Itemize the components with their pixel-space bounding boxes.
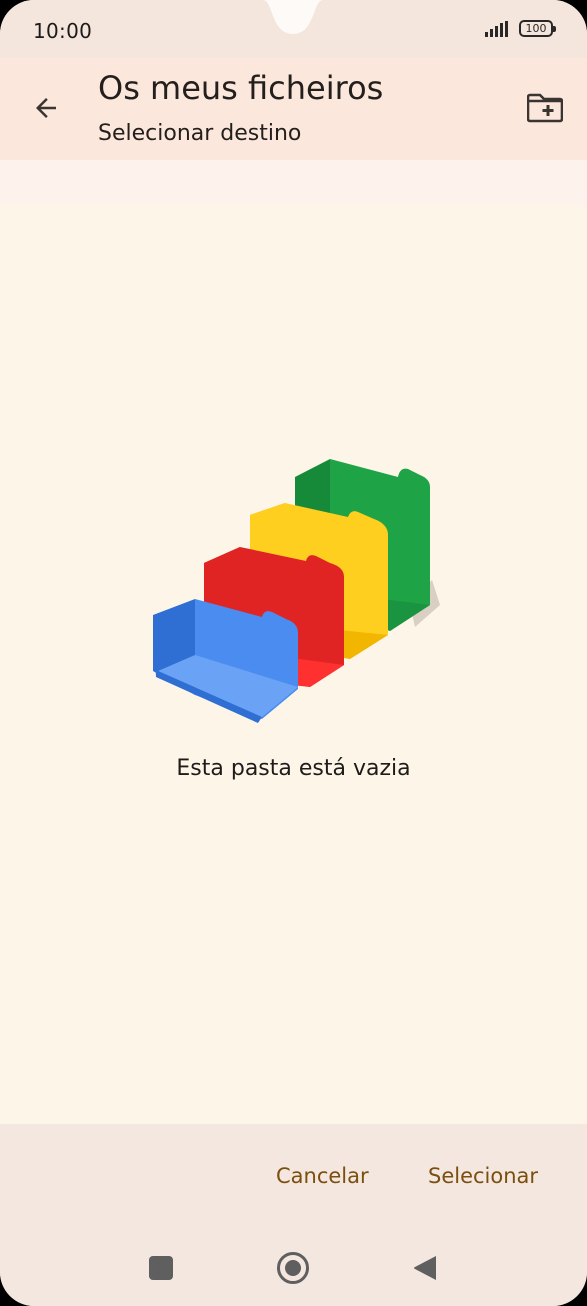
recent-apps-icon[interactable]: [149, 1256, 173, 1280]
cell-signal-icon: [485, 20, 511, 37]
bottom-action-panel: Cancelar Selecionar: [0, 1124, 587, 1306]
home-icon[interactable]: [277, 1252, 309, 1284]
breadcrumb-strip: [0, 160, 587, 206]
create-new-folder-icon: [526, 93, 564, 127]
status-bar: 10:00 100: [0, 0, 587, 58]
battery-level: 100: [525, 22, 547, 35]
page-subtitle: Selecionar destino: [98, 121, 302, 146]
status-icons: 100: [485, 20, 556, 37]
back-button[interactable]: [22, 86, 70, 134]
arrow-back-icon: [31, 93, 61, 127]
new-folder-button[interactable]: [520, 86, 570, 134]
cancel-button[interactable]: Cancelar: [262, 1154, 383, 1198]
empty-folders-illustration: [150, 455, 450, 725]
navigation-bar: [0, 1234, 587, 1300]
status-time: 10:00: [33, 19, 93, 43]
battery-icon: 100: [519, 20, 556, 37]
home-icon-dot: [285, 1260, 301, 1276]
page-title: Os meus ficheiros: [98, 69, 384, 107]
nav-back-icon[interactable]: [412, 1254, 438, 1282]
select-button[interactable]: Selecionar: [414, 1154, 552, 1198]
empty-message: Esta pasta está vazia: [176, 756, 411, 781]
app-bar: Os meus ficheiros Selecionar destino: [0, 58, 587, 160]
camera-notch: [263, 0, 323, 34]
phone-screen: 10:00 100 Os meus ficheiros Selecionar d…: [0, 0, 587, 1306]
